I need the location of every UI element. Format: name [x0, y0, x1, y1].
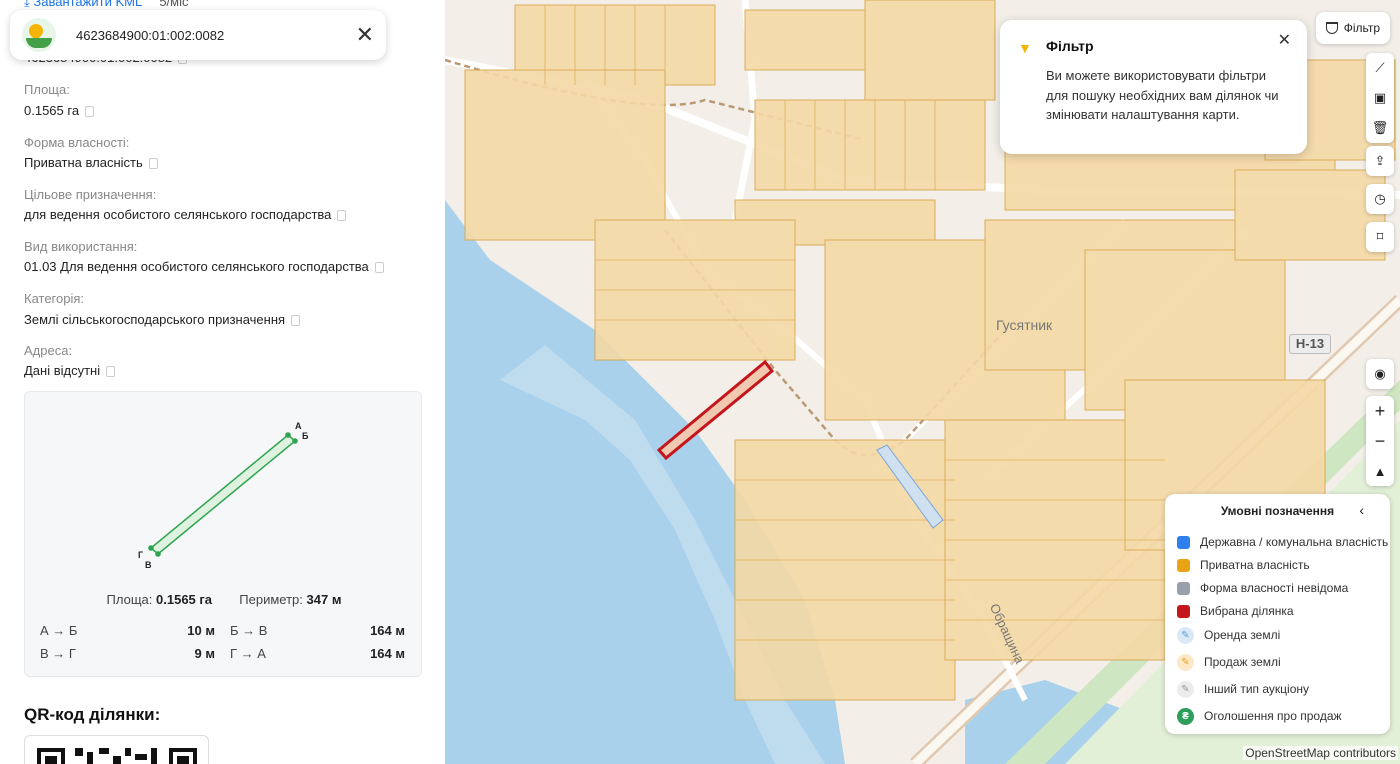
app-logo-icon — [22, 18, 56, 52]
compass-icon[interactable]: ▲ — [1366, 456, 1394, 486]
copy-icon[interactable] — [148, 158, 158, 170]
address-value: Дані відсутні — [24, 363, 116, 378]
auction-icon: ✎ — [1177, 680, 1194, 698]
search-input[interactable]: 4623684900:01:002:0082 — [76, 28, 356, 43]
filter-icon — [1325, 22, 1338, 34]
side-row: Б → В 164 м — [230, 623, 405, 638]
share-icon[interactable]: ⇪ — [1366, 146, 1394, 176]
legend-item: Приватна власність — [1177, 557, 1310, 573]
map-view[interactable]: Гусятник Н-13 Обращина ▼ Фільтр Ви может… — [445, 0, 1400, 764]
area-label: Площа: — [24, 82, 70, 97]
legend-title: Умовні позначення ‹ — [1220, 502, 1364, 518]
legend-item: Державна / комунальна власність — [1177, 534, 1388, 550]
copy-icon[interactable] — [291, 315, 301, 327]
vertex-c-label: В — [145, 560, 152, 570]
area-value: 0.1565 га — [24, 103, 95, 118]
purpose-value: для ведення особистого селянського госпо… — [24, 207, 347, 222]
kml-download-link[interactable]: ⤓ Завантажити KML 5/міс — [24, 0, 189, 10]
area-perimeter-summary: Площа: 0.1565 га Периметр: 347 м — [106, 592, 342, 607]
chevron-left-icon[interactable]: ‹ — [1359, 502, 1364, 518]
copy-icon[interactable] — [106, 366, 116, 378]
zoom-in-icon[interactable]: + — [1366, 396, 1394, 426]
share-tool: ⇪ — [1366, 146, 1394, 176]
draw-tools: ⟋ ▣ 🗑 — [1366, 53, 1394, 143]
legend-panel: Умовні позначення ‹ Державна / комунальна… — [1165, 494, 1390, 734]
legend-item: ₴ Оголошення про продаж — [1177, 707, 1342, 725]
parcel-shape-card: А Б В Г Площа: 0.1565 га Периметр: 347 м… — [24, 391, 422, 677]
parcel-shape-polygon — [149, 434, 297, 555]
bookmark-tool: ⌑ — [1366, 222, 1394, 252]
legend-item: ✎ Інший тип аукціону — [1177, 680, 1309, 698]
locate-tool: ◉ — [1366, 359, 1394, 389]
parcel-shape-diagram: А Б В Г — [138, 421, 309, 570]
zoom-out-icon[interactable]: − — [1366, 426, 1394, 456]
locate-icon[interactable]: ◉ — [1366, 359, 1394, 389]
side-row: В → Г9 м — [40, 646, 215, 661]
close-icon[interactable]: ✕ — [1278, 30, 1291, 50]
side-row: Г → А 164 м — [230, 646, 405, 661]
zoom-controls: + − ▲ — [1366, 396, 1394, 486]
copy-icon[interactable] — [374, 262, 384, 274]
vertex-d-marker — [148, 545, 154, 551]
polygon-icon[interactable]: ▣ — [1366, 83, 1394, 113]
sale-icon: ✎ — [1177, 653, 1194, 671]
road-shield: Н-13 — [1289, 334, 1331, 354]
lease-icon: ✎ — [1177, 626, 1194, 644]
category-value: Землі сільськогосподарського призначення — [24, 312, 301, 327]
close-icon[interactable]: ✕ — [356, 22, 374, 48]
filter-tooltip-text: Ви можете використовувати фільтри для по… — [1046, 68, 1279, 122]
qr-code — [24, 735, 209, 764]
ownership-label: Форма власності: — [24, 135, 130, 150]
download-icon: ⤓ — [24, 0, 30, 9]
side-row: А → Б 10 м — [40, 623, 215, 638]
map-attribution[interactable]: OpenStreetMap contributors — [1243, 746, 1398, 760]
vertex-a-label: А — [295, 421, 302, 431]
place-label: Гусятник — [996, 317, 1053, 333]
history-tool: ◷ — [1366, 184, 1394, 214]
legend-item: Форма власності невідома — [1177, 580, 1348, 596]
ownership-value: Приватна власність — [24, 155, 158, 170]
usage-label: Вид використання: — [24, 239, 138, 254]
category-label: Категорія: — [24, 291, 85, 306]
vertex-c-marker — [155, 551, 161, 557]
vertex-a-marker — [285, 432, 291, 438]
legend-item: ✎ Продаж землі — [1177, 653, 1281, 671]
filter-tooltip: ▼ Фільтр Ви можете використовувати фільт… — [1000, 20, 1307, 154]
vertex-d-label: Г — [138, 550, 143, 560]
legend-item: ✎ Оренда землі — [1177, 626, 1280, 644]
filter-icon: ▼ — [1018, 40, 1032, 56]
ruler-icon[interactable]: ⟋ — [1366, 53, 1394, 83]
purpose-label: Цільове призначення: — [24, 187, 157, 202]
filter-button[interactable]: Фільтр — [1315, 12, 1390, 44]
bookmark-icon[interactable]: ⌑ — [1366, 222, 1394, 252]
trash-icon[interactable]: 🗑 — [1366, 113, 1394, 143]
qr-title: QR-код ділянки: — [24, 705, 161, 724]
copy-icon[interactable] — [85, 106, 95, 118]
usage-value: 01.03 Для ведення особистого селянського… — [24, 259, 384, 274]
filter-tooltip-title: Фільтр — [1046, 38, 1094, 54]
vertex-b-label: Б — [302, 431, 309, 441]
search-card: 4623684900:01:002:0082 ✕ — [10, 10, 386, 60]
history-icon[interactable]: ◷ — [1366, 184, 1394, 214]
copy-icon[interactable] — [337, 210, 347, 222]
address-label: Адреса: — [24, 343, 73, 358]
legend-item: Вибрана ділянка — [1177, 603, 1294, 619]
parcel-info-panel: ⤓ Завантажити KML 5/міс 4623684900:01:00… — [0, 0, 445, 764]
hryvnia-icon: ₴ — [1177, 707, 1194, 725]
vertex-b-marker — [292, 438, 298, 444]
